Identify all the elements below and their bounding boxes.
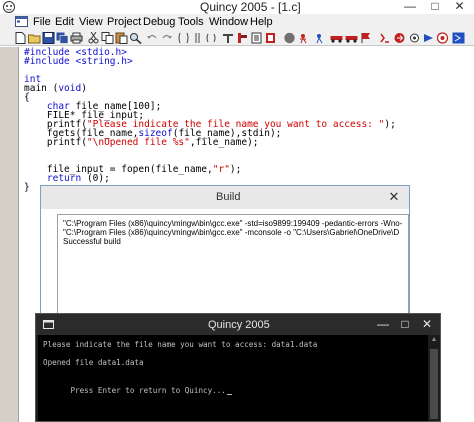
comment-icon[interactable]: [205, 32, 218, 44]
code-line: return (0);: [24, 173, 110, 184]
build-close-button[interactable]: ✕: [383, 189, 405, 205]
build-window: Build ✕ "C:\Program Files (x86)\quincy\m…: [40, 185, 410, 322]
arrow-icon[interactable]: [393, 32, 406, 44]
flag-icon[interactable]: [360, 32, 373, 44]
code-token: ): [81, 83, 87, 94]
document-icon[interactable]: [15, 16, 28, 27]
maximize-button[interactable]: □: [425, 0, 445, 13]
console-minimize-button[interactable]: —: [374, 317, 392, 331]
main-titlebar: Quincy 2005 - [1.c] — □ ✕: [0, 0, 474, 14]
copy-icon[interactable]: [101, 32, 114, 44]
toolbar: [0, 30, 474, 46]
menu-view[interactable]: View: [79, 15, 103, 29]
console-scrollbar[interactable]: ▲: [428, 335, 440, 421]
console-line: Opened file data1.data: [43, 358, 144, 367]
code-token: return: [46, 173, 82, 184]
step-icon[interactable]: [264, 32, 277, 44]
menu-edit[interactable]: Edit: [55, 15, 74, 29]
console-close-button[interactable]: ✕: [418, 317, 436, 331]
console-prompt-text: Press Enter to return to Quincy...: [70, 386, 226, 395]
code-token: #include <string.h>: [24, 56, 133, 67]
menu-help[interactable]: Help: [250, 15, 273, 29]
code-line: printf("\nOpened file %s",file_name);: [24, 137, 259, 148]
build-icon[interactable]: [236, 32, 249, 44]
paste-icon[interactable]: [115, 32, 128, 44]
console-output[interactable]: Please indicate the file name you want t…: [38, 335, 428, 421]
code-line: }: [24, 182, 30, 193]
console-window: Quincy 2005 — □ ✕ Please indicate the fi…: [35, 313, 441, 422]
console-titlebar[interactable]: Quincy 2005 — □ ✕: [36, 314, 440, 335]
new-window-icon[interactable]: [452, 32, 465, 44]
menu-window[interactable]: Window: [209, 15, 248, 29]
indent-icon[interactable]: [177, 32, 190, 44]
quincy-app-icon[interactable]: [2, 0, 16, 14]
build-line: "C:\Program Files (x86)\quincy\mingw\bin…: [63, 219, 403, 228]
debug-car-icon[interactable]: [330, 32, 343, 44]
console-line: Please indicate the file name you want t…: [43, 340, 318, 349]
minimize-button[interactable]: —: [400, 0, 420, 13]
help-icon[interactable]: [422, 32, 435, 44]
build-line: "C:\Program Files (x86)\quincy\mingw\bin…: [63, 228, 400, 237]
code-token: (0);: [81, 173, 110, 184]
code-token: );: [384, 119, 396, 130]
outdent-icon[interactable]: [191, 32, 204, 44]
console-cursor: [226, 394, 232, 395]
code-token: "\nOpened file %s": [86, 137, 190, 148]
debug-car2-icon[interactable]: [345, 32, 358, 44]
menu-file[interactable]: File: [33, 15, 51, 29]
build-status: Successful build: [63, 237, 121, 246]
watch-icon[interactable]: [313, 32, 326, 44]
open-file-icon[interactable]: [28, 32, 41, 44]
save-all-icon[interactable]: [56, 32, 69, 44]
cut-icon[interactable]: [87, 32, 100, 44]
code-token: "r": [212, 164, 230, 175]
new-file-icon[interactable]: [14, 32, 27, 44]
run-icon[interactable]: [250, 32, 263, 44]
find-icon[interactable]: [129, 32, 142, 44]
options-icon[interactable]: [408, 32, 421, 44]
code-token: ,file_name);: [189, 137, 259, 148]
build-title: Build: [216, 191, 241, 203]
window-title: Quincy 2005 - [1.c]: [200, 0, 301, 14]
print-icon[interactable]: [70, 32, 83, 44]
breakpoint-icon[interactable]: [298, 32, 311, 44]
undo-icon[interactable]: [146, 32, 159, 44]
compile-icon[interactable]: [222, 32, 235, 44]
stop-sign-icon[interactable]: [436, 32, 449, 44]
stop-icon[interactable]: [283, 32, 296, 44]
code-token: }: [24, 182, 30, 193]
close-button[interactable]: ✕: [445, 0, 474, 13]
redo-icon[interactable]: [160, 32, 173, 44]
console-maximize-button[interactable]: □: [396, 317, 414, 331]
code-token: );: [229, 164, 242, 175]
menu-tools[interactable]: Tools: [178, 15, 204, 29]
build-output: "C:\Program Files (x86)\quincy\mingw\bin…: [57, 214, 409, 316]
console-scroll-thumb[interactable]: [430, 349, 438, 419]
code-line: main (void): [24, 83, 87, 94]
settings-icon[interactable]: [378, 32, 391, 44]
menu-debug[interactable]: Debug: [143, 15, 175, 29]
console-title: Quincy 2005: [208, 319, 270, 331]
menu-bar: File Edit View Project Debug Tools Windo…: [0, 14, 474, 30]
build-titlebar[interactable]: Build ✕: [41, 186, 409, 209]
menu-project[interactable]: Project: [107, 15, 141, 29]
console-icon[interactable]: [43, 320, 54, 329]
editor-gutter: [0, 47, 18, 422]
scroll-up-arrow-icon[interactable]: ▲: [428, 336, 440, 343]
code-token: printf(: [24, 137, 87, 148]
save-icon[interactable]: [42, 32, 55, 44]
console-prompt-line: Press Enter to return to Quincy...: [43, 377, 232, 404]
code-line: #include <string.h>: [24, 56, 133, 67]
code-token: void: [58, 83, 82, 94]
